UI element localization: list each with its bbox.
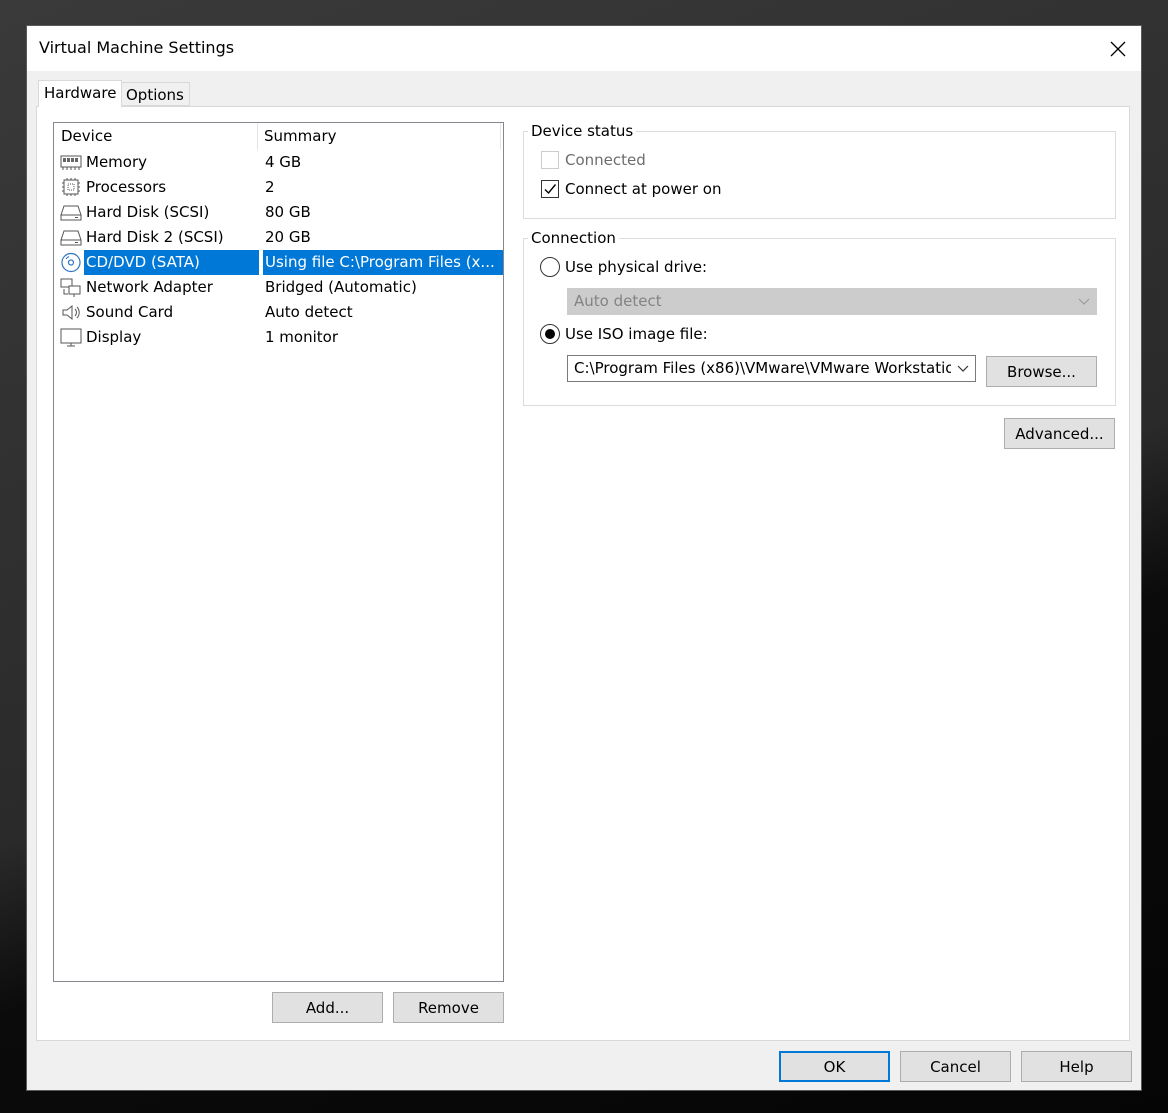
processor-icon	[60, 177, 82, 198]
monitor-icon	[60, 327, 82, 348]
device-summary: 4 GB	[265, 153, 302, 171]
device-row-hard-disk-2[interactable]: Hard Disk 2 (SCSI) 20 GB	[55, 225, 502, 250]
radio-selected-dot	[545, 329, 555, 339]
device-list[interactable]: Device Summary Memory 4 GB Processors 2	[53, 122, 504, 982]
speaker-icon	[60, 302, 82, 323]
physical-drive-select[interactable]: Auto detect	[567, 288, 1097, 315]
window-title: Virtual Machine Settings	[39, 38, 235, 57]
device-summary: 80 GB	[265, 203, 311, 221]
network-adapter-icon	[60, 277, 82, 298]
iso-path-combobox[interactable]: C:\Program Files (x86)\VMware\VMware Wor…	[567, 355, 976, 382]
device-summary: Using file C:\Program Files (x...	[263, 250, 503, 275]
column-header-summary[interactable]: Summary	[257, 123, 500, 150]
use-physical-drive-radio[interactable]	[540, 257, 560, 277]
device-name: Network Adapter	[86, 278, 213, 296]
iso-path-value: C:\Program Files (x86)\VMware\VMware Wor…	[574, 359, 951, 377]
memory-icon	[60, 152, 82, 173]
hard-disk-icon	[60, 227, 82, 248]
close-icon	[1110, 41, 1126, 56]
device-name: CD/DVD (SATA)	[84, 250, 259, 275]
remove-button[interactable]: Remove	[393, 992, 504, 1023]
device-summary: 1 monitor	[265, 328, 339, 346]
title-bar: Virtual Machine Settings	[27, 26, 1141, 71]
checkmark-icon	[544, 184, 557, 195]
add-button[interactable]: Add...	[272, 992, 383, 1023]
ok-button[interactable]: OK	[779, 1051, 890, 1082]
chevron-down-icon[interactable]	[956, 356, 970, 381]
close-button[interactable]	[1095, 26, 1141, 71]
use-physical-drive-label: Use physical drive:	[565, 258, 708, 276]
physical-drive-value: Auto detect	[574, 292, 662, 310]
column-divider	[500, 123, 501, 150]
connect-at-power-on-checkbox[interactable]	[541, 180, 559, 198]
connected-checkbox[interactable]	[541, 151, 559, 169]
device-row-sound-card[interactable]: Sound Card Auto detect	[55, 300, 502, 325]
tab-hardware[interactable]: Hardware	[38, 80, 123, 107]
tab-options-label: Options	[126, 86, 184, 104]
hardware-panel: Device Summary Memory 4 GB Processors 2	[36, 106, 1130, 1041]
column-header-device[interactable]: Device	[54, 123, 257, 150]
advanced-button[interactable]: Advanced...	[1004, 418, 1115, 449]
use-iso-image-label: Use ISO image file:	[565, 325, 708, 343]
device-row-processors[interactable]: Processors 2	[55, 175, 502, 200]
browse-button[interactable]: Browse...	[986, 356, 1097, 387]
device-name: Processors	[86, 178, 167, 196]
use-iso-image-radio[interactable]	[540, 324, 560, 344]
device-name: Hard Disk 2 (SCSI)	[86, 228, 224, 246]
device-name: Hard Disk (SCSI)	[86, 203, 210, 221]
device-summary: 2	[265, 178, 275, 196]
help-button[interactable]: Help	[1021, 1051, 1132, 1082]
device-row-network-adapter[interactable]: Network Adapter Bridged (Automatic)	[55, 275, 502, 300]
device-status-legend: Device status	[528, 122, 637, 140]
device-row-memory[interactable]: Memory 4 GB	[55, 150, 502, 175]
device-summary: Auto detect	[265, 303, 353, 321]
cd-dvd-icon	[60, 252, 82, 273]
device-row-hard-disk[interactable]: Hard Disk (SCSI) 80 GB	[55, 200, 502, 225]
device-name: Sound Card	[86, 303, 174, 321]
device-name: Display	[86, 328, 142, 346]
device-summary: Bridged (Automatic)	[265, 278, 417, 296]
device-summary: 20 GB	[265, 228, 311, 246]
device-row-cd-dvd[interactable]: CD/DVD (SATA) Using file C:\Program File…	[55, 250, 503, 275]
device-name: Memory	[86, 153, 148, 171]
connected-label: Connected	[565, 151, 646, 169]
chevron-down-icon	[1077, 289, 1091, 314]
vm-settings-dialog: Virtual Machine Settings Hardware Option…	[26, 25, 1142, 1091]
cancel-button[interactable]: Cancel	[900, 1051, 1011, 1082]
connection-legend: Connection	[528, 229, 619, 247]
tab-options[interactable]: Options	[120, 82, 190, 106]
device-status-group	[523, 131, 1116, 219]
device-row-display[interactable]: Display 1 monitor	[55, 325, 502, 350]
hard-disk-icon	[60, 202, 82, 223]
tab-hardware-label: Hardware	[44, 84, 117, 102]
connect-at-power-on-label: Connect at power on	[565, 180, 722, 198]
